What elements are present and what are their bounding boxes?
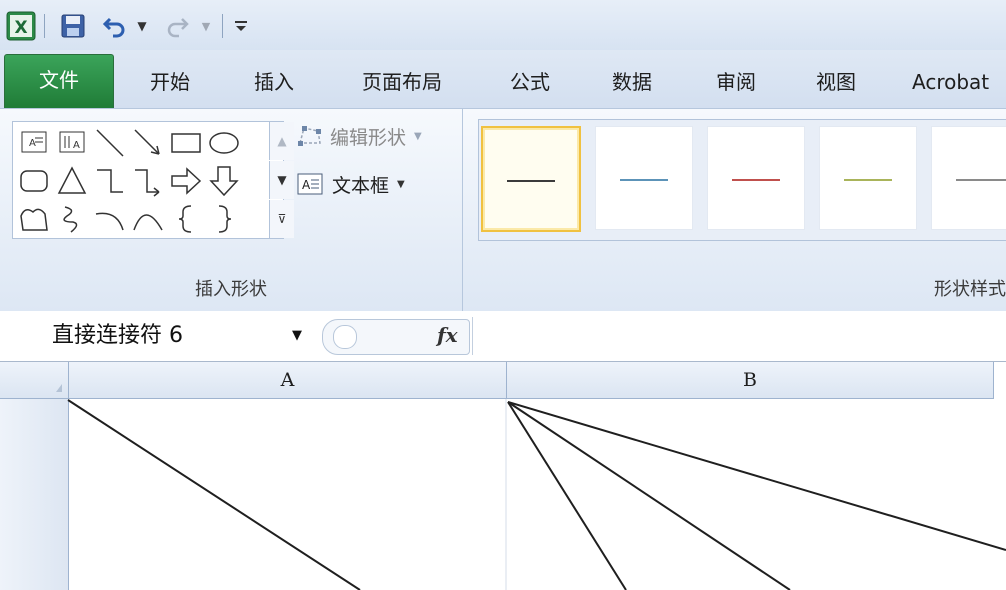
arc-shape-icon[interactable] [93,202,127,236]
formula-input[interactable] [472,317,1006,355]
tab-page-layout[interactable]: 页面布局 [344,68,460,96]
style-line-preview [732,179,780,181]
tab-home[interactable]: 开始 [134,68,206,96]
shape-style-swatch[interactable] [481,126,581,232]
edit-shape-icon [296,123,324,149]
qat-separator [222,14,223,38]
connector-line[interactable] [507,401,791,590]
name-box-dropdown-icon[interactable]: ▼ [292,317,302,355]
redo-dropdown-icon[interactable]: ▼ [198,12,214,40]
style-line-preview [844,179,892,181]
style-line-preview [507,180,555,182]
tab-review[interactable]: 审阅 [700,68,772,96]
tab-formulas[interactable]: 公式 [494,68,566,96]
svg-text:A: A [29,138,36,149]
freeform-shape-icon[interactable] [17,202,51,236]
shape-style-swatch[interactable] [819,126,917,230]
formula-bar-expand-icon[interactable] [333,325,357,349]
name-box-value: 直接连接符 6 [52,323,183,348]
excel-icon[interactable]: X [4,11,38,41]
line-shape-icon[interactable] [93,126,127,160]
text-box-shape-icon[interactable]: A [17,126,51,160]
edit-shape-label: 编辑形状 [330,126,407,149]
chevron-down-icon: ▼ [414,130,422,142]
connector-line[interactable] [507,401,1006,551]
tab-view[interactable]: 视图 [800,68,872,96]
chevron-down-icon: ▼ [397,178,405,190]
redo-icon[interactable] [162,12,192,40]
shape-gallery: A A ▲ ▼ ⊽ [12,121,294,239]
insert-function-icon[interactable]: fx [437,323,458,347]
ribbon: A A ▲ ▼ ⊽ 编辑形状 ▼ A 文本框 ▼ 插入形状 形状样式 [0,108,1006,312]
rectangle-shape-icon[interactable] [169,126,203,160]
svg-text:X: X [14,18,27,38]
text-box-label: 文本框 [332,174,390,197]
elbow-arrow-connector-shape-icon[interactable] [131,164,165,198]
rounded-rectangle-shape-icon[interactable] [17,164,51,198]
tab-file[interactable]: 文件 [4,54,114,109]
customize-qat-icon[interactable] [230,12,252,40]
style-line-preview [620,179,668,181]
left-brace-shape-icon[interactable] [169,202,203,236]
name-box[interactable]: 直接连接符 6 ▼ [0,317,318,355]
triangle-shape-icon[interactable] [55,164,89,198]
undo-icon[interactable] [100,12,130,40]
ribbon-tab-bar: 文件 开始 插入 页面布局 公式 数据 审阅 视图 Acrobat [0,50,1006,109]
style-line-preview [956,179,1006,181]
shape-style-swatch[interactable] [707,126,805,230]
insert-shapes-group: A A ▲ ▼ ⊽ 编辑形状 ▼ A 文本框 ▼ 插入形状 [0,109,463,311]
shape-styles-group-label: 形状样式 [934,279,1006,300]
curve-shape-icon[interactable] [131,202,165,236]
fx-area: fx [322,319,470,355]
down-arrow-shape-icon[interactable] [207,164,241,198]
tab-acrobat[interactable]: Acrobat [912,68,1006,96]
gallery-expand-icon[interactable]: ⊽ [269,200,294,238]
oval-shape-icon[interactable] [207,126,241,160]
gallery-scroll-down-icon[interactable]: ▼ [269,161,294,199]
save-icon[interactable] [56,12,90,40]
connector-line[interactable] [67,399,361,590]
shapes-layer [67,399,1006,590]
right-arrow-shape-icon[interactable] [169,164,203,198]
tab-data[interactable]: 数据 [596,68,668,96]
vertical-text-box-shape-icon[interactable]: A [55,126,89,160]
svg-text:A: A [302,178,311,192]
quick-access-toolbar: X ▼ ▼ [0,0,1006,50]
edit-shape-button[interactable]: 编辑形状 ▼ [296,119,422,153]
svg-text:A: A [73,140,80,151]
undo-dropdown-icon[interactable]: ▼ [134,12,150,40]
shape-styles-gallery [478,119,1006,241]
worksheet-grid: A B [0,362,1006,590]
formula-bar: 直接连接符 6 ▼ fx [0,311,1006,362]
insert-shapes-group-label: 插入形状 [195,279,267,300]
tab-insert[interactable]: 插入 [238,68,310,96]
qat-separator [44,14,45,38]
text-box-icon: A [296,171,324,197]
right-brace-shape-icon[interactable] [207,202,241,236]
scribble-shape-icon[interactable] [55,202,89,236]
shape-styles-group: 形状样式 [464,109,1006,311]
text-box-button[interactable]: A 文本框 ▼ [296,167,405,201]
connector-line[interactable] [507,401,627,590]
arrow-shape-icon[interactable] [131,126,165,160]
shape-style-swatch[interactable] [931,126,1006,230]
gallery-scroll-up-icon[interactable]: ▲ [269,122,294,160]
shape-style-swatch[interactable] [595,126,693,230]
elbow-connector-shape-icon[interactable] [93,164,127,198]
